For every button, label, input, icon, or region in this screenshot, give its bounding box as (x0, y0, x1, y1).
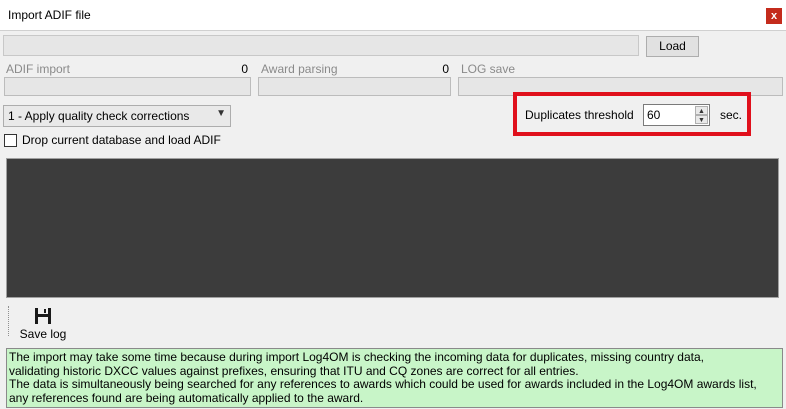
adif-import-progress-bar (4, 77, 251, 96)
save-log-button[interactable]: Save log (18, 306, 68, 344)
save-log-label: Save log (19, 327, 67, 341)
spinner-up-icon[interactable]: ▲ (695, 106, 708, 115)
award-parsing-count: 0 (442, 62, 449, 76)
adif-import-label: ADIF import (6, 62, 71, 76)
duplicates-threshold-label: Duplicates threshold (525, 108, 634, 122)
file-path-field[interactable] (3, 35, 639, 56)
log-console[interactable] (6, 158, 779, 298)
info-line: validating historic DXCC values against … (9, 363, 579, 378)
import-mode-select[interactable]: 1 - Apply quality check corrections ▼ (3, 105, 231, 127)
adif-import-count: 0 (241, 62, 248, 76)
award-parsing-progress-bar (258, 77, 451, 96)
log-save-label: LOG save (461, 62, 516, 76)
drop-database-label[interactable]: Drop current database and load ADIF (22, 133, 221, 147)
close-icon: x (770, 10, 778, 22)
drop-database-checkbox[interactable] (4, 134, 17, 147)
info-line: The import may take some time because du… (9, 350, 704, 364)
toolbar: Save log (6, 300, 779, 344)
window-title: Import ADIF file (8, 8, 91, 22)
duplicates-unit-label: sec. (720, 108, 743, 122)
floppy-disk-icon (35, 308, 51, 324)
info-line: any references found are being automatic… (9, 390, 364, 405)
toolbar-grip[interactable] (8, 306, 11, 336)
spinner-buttons: ▲ ▼ (695, 106, 708, 124)
load-button[interactable]: Load (646, 36, 699, 57)
duplicates-threshold-spinner[interactable]: 60 ▲ ▼ (643, 104, 710, 126)
info-line: The data is simultaneously being searche… (9, 377, 757, 391)
chevron-down-icon: ▼ (216, 108, 226, 119)
award-parsing-label: Award parsing (261, 62, 338, 76)
spinner-down-icon[interactable]: ▼ (695, 115, 708, 124)
duplicates-threshold-value[interactable]: 60 (647, 108, 660, 122)
import-mode-value: 1 - Apply quality check corrections (8, 109, 190, 123)
close-button[interactable]: x (766, 8, 782, 24)
title-bar: Import ADIF file x (0, 0, 786, 31)
info-panel: The import may take some time because du… (6, 348, 783, 408)
